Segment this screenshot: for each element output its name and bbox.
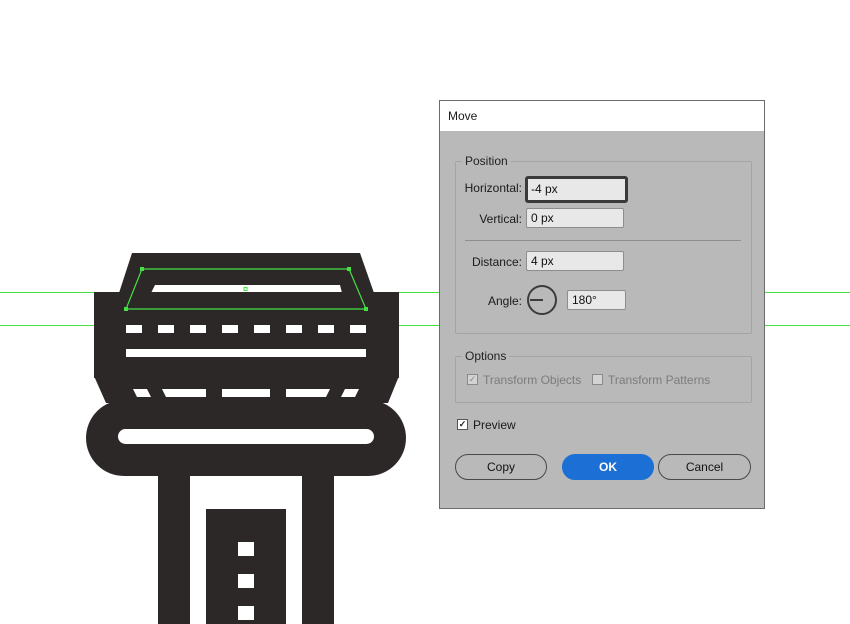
preview-checkbox[interactable]: ✓ [457,419,468,430]
angle-label: Angle: [487,294,522,308]
tower-lower-windows [133,389,359,397]
copy-button[interactable]: Copy [455,454,547,480]
transform-patterns-checkbox[interactable] [592,374,603,385]
angle-input[interactable]: 180° [567,290,626,310]
ok-button[interactable]: OK [562,454,654,480]
cancel-button[interactable]: Cancel [658,454,751,480]
tower-stripe [126,349,366,357]
distance-label: Distance: [471,255,522,269]
transform-patterns-label: Transform Patterns [608,373,711,387]
position-divider [465,240,741,241]
tower-body[interactable] [94,292,399,378]
distance-input[interactable]: 4 px [526,251,624,271]
position-legend: Position [462,154,511,168]
tower-leg-left [158,476,190,624]
vertical-label: Vertical: [479,212,522,226]
horizontal-label: Horizontal: [464,181,522,195]
vertical-input[interactable]: 0 px [526,208,624,228]
tower-ring-window [118,429,374,444]
tower-leg-right [302,476,334,624]
move-dialog: Move Position Horizontal: -4 px Vertical… [439,100,765,509]
angle-dial-icon[interactable] [527,285,557,315]
transform-objects-checkbox[interactable]: ✓ [467,374,478,385]
dialog-title: Move [448,109,478,123]
transform-objects-label: Transform Objects [483,373,582,387]
tower-elevator-windows [238,542,254,620]
preview-label: Preview [473,418,516,432]
options-legend: Options [462,349,510,363]
dialog-titlebar[interactable]: Move [440,101,764,131]
horizontal-input[interactable]: -4 px [525,176,628,203]
